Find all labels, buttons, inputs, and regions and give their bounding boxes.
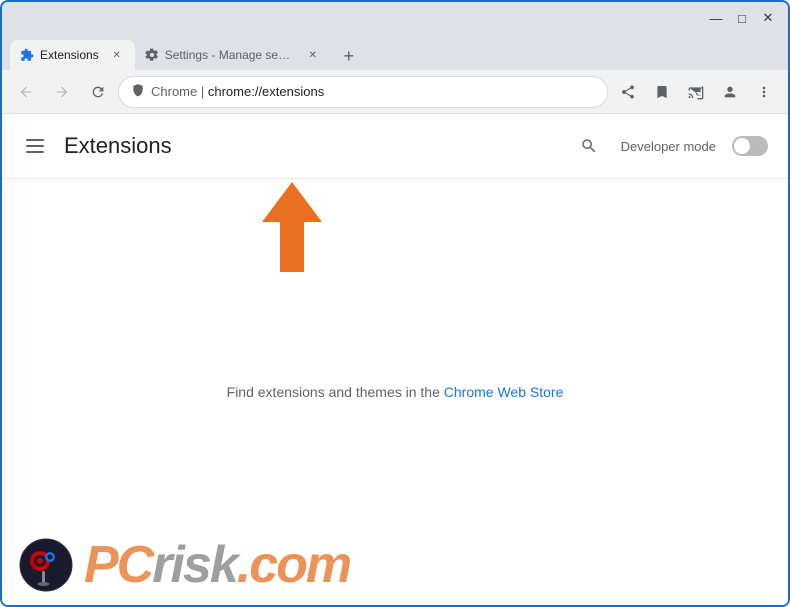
- extensions-header: Extensions Developer mode: [2, 114, 788, 179]
- bookmark-button[interactable]: [646, 76, 678, 108]
- watermark: PCrisk.com: [2, 525, 788, 605]
- new-tab-button[interactable]: +: [335, 42, 363, 70]
- watermark-risk: risk: [152, 536, 237, 594]
- developer-mode-label: Developer mode: [621, 139, 716, 154]
- page-title: Extensions: [64, 133, 172, 159]
- address-security-icon: [131, 83, 145, 100]
- nav-right-icons: [612, 76, 780, 108]
- address-bar[interactable]: Chrome | chrome://extensions: [118, 76, 608, 108]
- address-url: chrome://extensions: [208, 84, 324, 99]
- tab-extensions[interactable]: Extensions ✕: [10, 40, 135, 70]
- hamburger-line-3: [26, 151, 44, 153]
- developer-mode-toggle[interactable]: [732, 136, 768, 156]
- hamburger-menu-button[interactable]: [22, 135, 48, 157]
- nav-bar: Chrome | chrome://extensions: [2, 70, 788, 114]
- extensions-favicon-icon: [20, 48, 34, 62]
- window-controls: — □ ✕: [704, 6, 780, 30]
- settings-favicon-icon: [145, 48, 159, 62]
- page-content: Extensions Developer mode Find extension…: [2, 114, 788, 605]
- more-menu-button[interactable]: [748, 76, 780, 108]
- tab-settings[interactable]: Settings - Manage search engine ✕: [135, 40, 331, 70]
- extensions-header-right: Developer mode: [573, 130, 768, 162]
- close-button[interactable]: ✕: [756, 6, 780, 30]
- profile-button[interactable]: [714, 76, 746, 108]
- tab-extensions-label: Extensions: [40, 48, 99, 62]
- search-extensions-button[interactable]: [573, 130, 605, 162]
- tab-extensions-close[interactable]: ✕: [109, 47, 125, 63]
- watermark-dotcom: .com: [237, 536, 350, 594]
- share-button[interactable]: [612, 76, 644, 108]
- address-separator: |: [201, 84, 208, 99]
- back-button[interactable]: [10, 76, 42, 108]
- tab-settings-label: Settings - Manage search engine: [165, 48, 295, 62]
- pcrisk-logo-icon: [18, 537, 74, 593]
- address-site-name: Chrome: [151, 84, 197, 99]
- tab-bar: Extensions ✕ Settings - Manage search en…: [2, 34, 788, 70]
- hamburger-line-1: [26, 139, 44, 141]
- find-text-prefix: Find extensions and themes in the: [227, 384, 444, 400]
- maximize-button[interactable]: □: [730, 6, 754, 30]
- extensions-header-left: Extensions: [22, 133, 172, 159]
- chrome-web-store-link[interactable]: Chrome Web Store: [444, 384, 564, 400]
- title-bar: — □ ✕: [2, 2, 788, 34]
- hamburger-line-2: [26, 145, 44, 147]
- minimize-button[interactable]: —: [704, 6, 728, 30]
- tab-settings-close[interactable]: ✕: [305, 47, 321, 63]
- reload-button[interactable]: [82, 76, 114, 108]
- watermark-pc: PC: [84, 536, 152, 594]
- cast-button[interactable]: [680, 76, 712, 108]
- forward-button[interactable]: [46, 76, 78, 108]
- find-extensions-text: Find extensions and themes in the Chrome…: [227, 384, 564, 400]
- watermark-text: PCrisk.com: [84, 535, 350, 595]
- browser-window: — □ ✕ Extensions ✕ Settings - Manage sea…: [0, 0, 790, 607]
- address-text: Chrome | chrome://extensions: [151, 84, 595, 99]
